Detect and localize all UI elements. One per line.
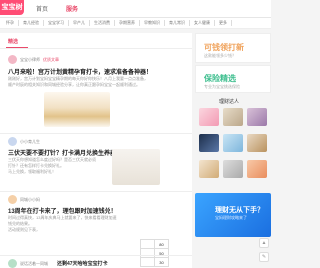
divider [0,255,192,256]
post-excerpt: 马上兑换，领取福利好礼！ [8,169,56,174]
ad-banner-insurance[interactable]: 保险精选 专业为宝宝挑选保险 [195,65,271,93]
thumbnail-image[interactable] [223,108,243,126]
category-item[interactable]: 孕期营养 [115,20,140,26]
divider [0,133,192,134]
thumbnail-grid [199,108,269,178]
thumbnail-image[interactable] [199,134,219,152]
right-rail: 可钱领打新 这款能领多少钱？ 保险精选 专业为宝宝挑选保险 理财达人 理财无从下… [195,33,271,268]
post-header: 说话活着一同城 还剩47天哈哈宝宝打卡 [8,259,108,268]
post-image[interactable] [112,149,160,185]
post-header: 同城小小妈 [8,195,40,204]
ad-banner-finance[interactable]: 可钱领打新 这款能领多少钱？ [195,33,271,63]
post-author[interactable]: 宝宝小律师 [20,57,40,63]
category-item[interactable]: 生活消费 [90,20,115,26]
thumbnail-image[interactable] [223,134,243,152]
category-item[interactable]: 育儿经验 [19,20,44,26]
feed-post[interactable]: 同城小小妈 13周年在打卡来了，理包跟时加速钱兑！ 时间过得真快，13周年庆典马… [8,195,186,267]
ad-title: 保险精选 [204,74,236,83]
post-author[interactable]: 说话活着一同城 [20,261,48,267]
category-item[interactable]: 宝宝学习 [44,20,69,26]
table-cell: 50 [154,248,169,258]
site-logo[interactable]: 宝宝树 [0,0,24,15]
avatar[interactable] [8,195,17,204]
feedback-icon[interactable]: ✎ [259,252,269,262]
post-excerpt: 三伏天你想知道怎么度过好吗？是否三伏天就必须打针？还有怎样打卡兑换好礼。 [8,157,96,168]
ad-subtitle: 这款能领多少钱？ [204,53,236,58]
ad-title: 可钱领打新 [204,43,244,52]
category-item[interactable]: 早产儿 [69,20,90,26]
post-author[interactable]: 小小育儿生 [20,139,40,145]
promo-subtitle: 宝妈理财攻略来了 [215,215,247,220]
feed-post[interactable]: 小小育儿生 三伏天要不要打针？打卡满月兑换生养器！ 三伏天你想知道怎么度过好吗？… [8,137,186,189]
promo-title: 理财无从下手？ [215,207,264,214]
top-bar: 宝宝树 首页 服务 [0,0,271,18]
nav-home[interactable]: 首页 [36,4,48,13]
post-title[interactable]: 八月来啦！宫万计划黄精孕育打卡，速求准备备神器！ [8,67,152,76]
post-excerpt: 顺产时辰的相关知识和同城经验分享，让你真正跟孕妈宝宝一起顺利通过。 [8,82,140,87]
ad-subtitle: 专业为宝宝挑选保险 [204,84,240,89]
page: 宝宝树 首页 服务 怀孕 育儿经验 宝宝学习 早产儿 生活消费 孕期营养 早教知… [0,0,271,268]
thumbnail-image[interactable] [247,108,267,126]
thumbnail-image[interactable] [199,108,219,126]
thumbnail-image[interactable] [247,160,267,178]
thumbnail-image[interactable] [247,134,267,152]
post-image[interactable] [44,92,110,127]
thumbnail-image[interactable] [223,160,243,178]
avatar[interactable] [8,137,17,146]
main-feed: 精选 宝宝小律师 优质文章 八月来啦！宫万计划黄精孕育打卡，速求准备备神器！ 刚… [0,33,192,268]
scroll-top-icon[interactable]: ▲ [259,238,269,248]
post-excerpt: 活动规则见下表， [8,227,40,232]
feed-post[interactable]: 宝宝小律师 优质文章 八月来啦！宫万计划黄精孕育打卡，速求准备备神器！ 刚刚好，… [8,55,186,129]
thumbnail-image[interactable] [199,160,219,178]
post-title[interactable]: 三伏天要不要打针？打卡满月兑换生养器！ [8,148,122,157]
top-nav: 首页 服务 [36,4,78,13]
table-row: 50 [140,248,169,258]
post-title[interactable]: 还剩47天哈哈宝宝打卡 [57,260,108,267]
category-item[interactable]: 育儿常识 [165,20,190,26]
post-author[interactable]: 同城小小妈 [20,197,40,203]
divider [0,191,192,192]
promo-banner[interactable]: 理财无从下手？ 宝妈理财攻略来了 [195,193,271,237]
table-cell [140,239,155,249]
nav-services[interactable]: 服务 [66,4,78,13]
post-header: 宝宝小律师 优质文章 [8,55,59,64]
category-item[interactable]: 怀孕 [2,20,19,26]
category-item[interactable]: 早教知识 [140,20,165,26]
table-row: 80 [140,239,169,249]
table-cell [140,248,155,258]
tab-featured[interactable]: 精选 [8,38,18,45]
divider [0,48,192,49]
table-cell: 80 [154,239,169,249]
avatar[interactable] [8,259,17,268]
avatar[interactable] [8,55,17,64]
feed-post[interactable]: 说话活着一同城 还剩47天哈哈宝宝打卡 [8,259,186,268]
category-item[interactable]: 更多 [215,20,232,26]
post-header: 小小育儿生 [8,137,40,146]
category-bar: 怀孕 育儿经验 宝宝学习 早产儿 生活消费 孕期营养 早教知识 育儿常识 女人健… [0,18,271,29]
post-title[interactable]: 13周年在打卡来了，理包跟时加速钱兑！ [8,206,117,215]
post-meta: 优质文章 [43,56,59,62]
category-item[interactable]: 女人健康 [190,20,215,26]
rail-section-title: 理财达人 [219,99,240,105]
post-excerpt: 时间过得真快，13周年庆典马上就要来了，快来看看理财加速钱兑的结果。 [8,215,117,226]
